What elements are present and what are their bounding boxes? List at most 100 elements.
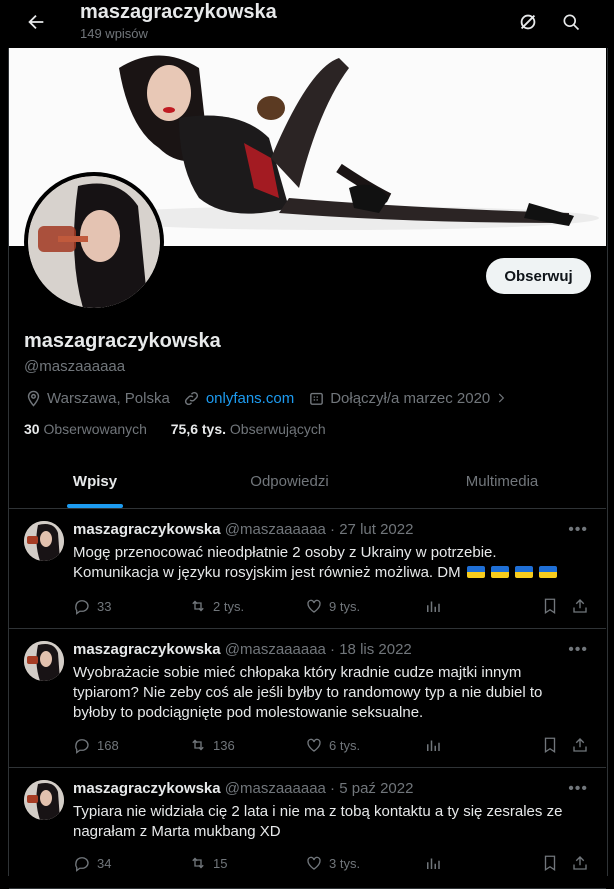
like-button[interactable]: 6 tys.: [305, 736, 360, 754]
following-count: 30: [24, 421, 40, 437]
tweet-actions: 33 2 tys. 9 tys.: [73, 597, 589, 617]
followers-label: Obserwujących: [229, 421, 326, 437]
tweet-avatar[interactable]: [24, 641, 64, 681]
reply-button[interactable]: 168: [73, 736, 119, 754]
profile-display-name: maszagraczykowska: [24, 330, 221, 352]
tweet[interactable]: maszagraczykowska @maszaaaaaa · 5 paź 20…: [9, 768, 606, 889]
tweet-author-name[interactable]: maszagraczykowska: [73, 641, 221, 658]
tweet-header: maszagraczykowska @maszaaaaaa · 18 lis 2…: [73, 641, 412, 658]
share-icon: [573, 738, 587, 752]
retweet-icon: [192, 600, 204, 612]
retweet-count: 136: [213, 737, 235, 753]
like-count: 9 tys.: [329, 598, 361, 614]
more-options-icon[interactable]: •••: [568, 521, 588, 539]
bookmark-button[interactable]: [541, 736, 565, 754]
ukraine-flag-icon: [466, 566, 485, 578]
tab-replies[interactable]: Odpowiedzi: [181, 455, 398, 508]
share-icon: [573, 856, 587, 870]
tweet-author-name[interactable]: maszagraczykowska: [73, 780, 221, 797]
avatar-photo: [28, 176, 160, 308]
reply-icon: [75, 739, 89, 754]
tweet-text: Typiara nie widziała cię 2 lata i nie ma…: [73, 802, 583, 842]
bookmark-icon: [544, 598, 556, 615]
joined-text: Dołączył/a marzec 2020: [330, 389, 491, 407]
follow-stats: 30 Obserwowanych 75,6 tys. Obserwujących: [24, 421, 326, 437]
tab-media[interactable]: Multimedia: [398, 455, 606, 508]
tweet-avatar[interactable]: [24, 521, 64, 561]
tweet-header: maszagraczykowska @maszaaaaaa · 27 lut 2…: [73, 521, 413, 538]
header-title: maszagraczykowska: [80, 1, 277, 23]
tweet[interactable]: maszagraczykowska @maszaaaaaa · 27 lut 2…: [9, 509, 606, 629]
tweet-author-name[interactable]: maszagraczykowska: [73, 521, 221, 538]
search-icon: [563, 14, 580, 31]
back-button[interactable]: [22, 8, 50, 36]
tweet-handle-date[interactable]: @maszaaaaaa · 5 paź 2022: [225, 780, 414, 797]
reply-count: 34: [97, 855, 112, 871]
post-count: 149 wpisów: [80, 26, 148, 41]
reply-button[interactable]: 34: [73, 854, 111, 872]
retweet-button[interactable]: 136: [189, 736, 235, 754]
chevron-right-icon: [499, 393, 505, 403]
heart-icon: [307, 738, 321, 752]
tweet-actions: 34 15 3 tys.: [73, 854, 589, 874]
bookmark-icon: [544, 737, 556, 754]
tweet-text-content: Mogę przenocować nieodpłatnie 2 osoby z …: [73, 544, 497, 581]
search-button[interactable]: [557, 8, 585, 36]
heart-icon: [307, 856, 321, 870]
reply-button[interactable]: 33: [73, 597, 111, 615]
tab-posts[interactable]: Wpisy: [9, 455, 181, 508]
tweet[interactable]: maszagraczykowska @maszaaaaaa · 18 lis 2…: [9, 629, 606, 768]
views-button[interactable]: [424, 854, 448, 872]
joined-item[interactable]: Dołączył/a marzec 2020: [307, 389, 508, 407]
retweet-count: 15: [213, 855, 228, 871]
link-item[interactable]: onlyfans.com: [183, 389, 294, 407]
profile-handle: @maszaaaaaa: [24, 358, 126, 375]
like-button[interactable]: 9 tys.: [305, 597, 360, 615]
share-button[interactable]: [571, 736, 595, 754]
location-pin-icon: [24, 389, 42, 407]
retweet-icon: [192, 739, 204, 751]
calendar-icon: [307, 389, 325, 407]
tweet-handle-date[interactable]: @maszaaaaaa · 27 lut 2022: [225, 521, 414, 538]
tweet-text-content: Typiara nie widziała cię 2 lata i nie ma…: [73, 803, 563, 840]
profile-meta: Warszawa, Polska onlyfans.com Dołączył/a…: [24, 388, 521, 408]
more-options-icon[interactable]: •••: [568, 780, 588, 798]
tweet-text: Mogę przenocować nieodpłatnie 2 osoby z …: [73, 543, 583, 583]
grok-button[interactable]: [514, 8, 542, 36]
reply-count: 168: [97, 737, 119, 753]
grok-icon: [520, 14, 536, 30]
retweet-button[interactable]: 15: [189, 854, 227, 872]
reply-count: 33: [97, 598, 112, 614]
ukraine-flag-icon: [539, 566, 558, 578]
reply-icon: [75, 857, 89, 872]
tweet-avatar[interactable]: [24, 780, 64, 820]
retweet-count: 2 tys.: [213, 598, 245, 614]
like-button[interactable]: 3 tys.: [305, 854, 360, 872]
arrow-left-icon: [28, 14, 44, 30]
views-button[interactable]: [424, 597, 448, 615]
profile-avatar[interactable]: [24, 172, 164, 312]
like-count: 3 tys.: [329, 855, 361, 871]
retweet-button[interactable]: 2 tys.: [189, 597, 244, 615]
heart-icon: [307, 599, 321, 613]
location-item: Warszawa, Polska: [24, 389, 170, 407]
more-options-icon[interactable]: •••: [568, 641, 588, 659]
ukraine-flag-icon: [515, 566, 534, 578]
bookmark-button[interactable]: [541, 597, 565, 615]
share-icon: [573, 599, 587, 613]
follow-button[interactable]: Obserwuj: [486, 258, 591, 294]
ukraine-flag-icon: [490, 566, 509, 578]
views-button[interactable]: [424, 736, 448, 754]
bookmark-button[interactable]: [541, 854, 565, 872]
profile-link[interactable]: onlyfans.com: [206, 390, 294, 407]
like-count: 6 tys.: [329, 737, 361, 753]
profile-tabs: Wpisy Odpowiedzi Multimedia: [9, 455, 606, 509]
tweet-actions: 168 136 6 tys.: [73, 736, 589, 756]
followers-link[interactable]: 75,6 tys. Obserwujących: [171, 421, 326, 437]
tweet-handle-date[interactable]: @maszaaaaaa · 18 lis 2022: [225, 641, 412, 658]
retweet-icon: [192, 857, 204, 869]
share-button[interactable]: [571, 854, 595, 872]
share-button[interactable]: [571, 597, 595, 615]
following-link[interactable]: 30 Obserwowanych: [24, 421, 147, 437]
tweet-text: Wyobrażacie sobie mieć chłopaka który kr…: [73, 663, 583, 723]
